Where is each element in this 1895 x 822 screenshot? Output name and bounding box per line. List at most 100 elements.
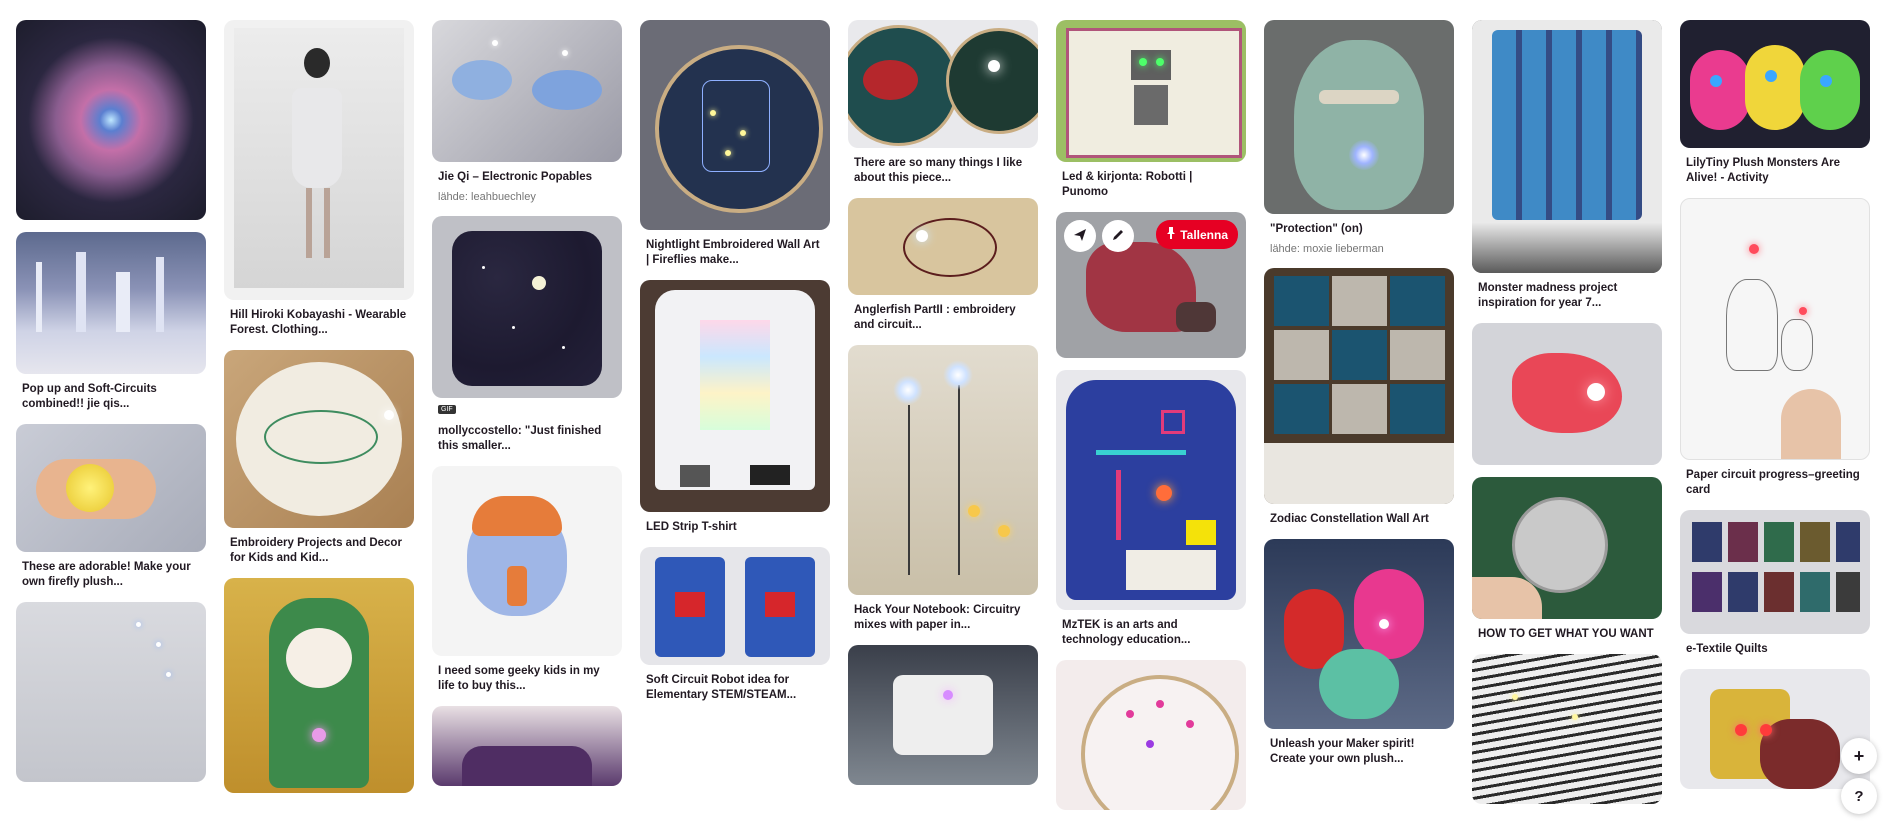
gif-badge: GIF — [438, 405, 456, 414]
pin-image[interactable] — [1680, 20, 1870, 148]
pin-card[interactable]: Paper circuit progress–greeting card — [1680, 198, 1870, 498]
pin-image[interactable] — [1680, 669, 1870, 789]
pin-card[interactable] — [1472, 323, 1662, 465]
pin-card[interactable]: "Protection" (on) lähde: moxie lieberman — [1264, 20, 1454, 256]
pin-caption[interactable]: Embroidery Projects and Decor for Kids a… — [230, 536, 408, 566]
pin-image[interactable] — [1472, 20, 1662, 273]
pin-card[interactable]: Anglerfish PartII : embroidery and circu… — [848, 198, 1038, 333]
save-button[interactable]: Tallenna — [1156, 220, 1238, 249]
pin-image[interactable] — [224, 578, 414, 793]
pin-card[interactable]: MzTEK is an arts and technology educatio… — [1056, 370, 1246, 648]
pin-image[interactable] — [640, 280, 830, 512]
help-button[interactable]: ? — [1841, 778, 1877, 814]
pin-caption[interactable]: I need some geeky kids in my life to buy… — [438, 664, 616, 694]
pin-source[interactable]: lähde: moxie lieberman — [1270, 242, 1448, 256]
pin-caption[interactable]: mollyccostello: "Just finished this smal… — [438, 424, 616, 454]
pin-icon — [1166, 227, 1176, 242]
pin-caption[interactable]: MzTEK is an arts and technology educatio… — [1062, 618, 1240, 648]
pin-image[interactable] — [640, 20, 830, 230]
pin-image[interactable] — [432, 216, 622, 398]
pin-card[interactable] — [16, 20, 206, 220]
pin-card[interactable]: Led & kirjonta: Robotti | Punomo — [1056, 20, 1246, 200]
pin-card[interactable]: Monster madness project inspiration for … — [1472, 20, 1662, 311]
pin-caption[interactable]: These are adorable! Make your own firefl… — [22, 560, 200, 590]
pin-image[interactable] — [1472, 654, 1662, 804]
pin-image[interactable] — [1056, 20, 1246, 162]
pin-caption[interactable]: Monster madness project inspiration for … — [1478, 281, 1656, 311]
pin-caption[interactable]: Anglerfish PartII : embroidery and circu… — [854, 303, 1032, 333]
pin-card[interactable] — [432, 706, 622, 786]
pin-image[interactable] — [16, 20, 206, 220]
pin-caption[interactable]: Paper circuit progress–greeting card — [1686, 468, 1864, 498]
pin-caption[interactable]: Nightlight Embroidered Wall Art | Firefl… — [646, 238, 824, 268]
pin-image[interactable] — [16, 424, 206, 552]
pin-image[interactable] — [1264, 539, 1454, 729]
pin-image[interactable] — [848, 645, 1038, 785]
pin-image[interactable] — [1472, 477, 1662, 619]
pin-card[interactable]: LilyTiny Plush Monsters Are Alive! - Act… — [1680, 20, 1870, 186]
pin-caption[interactable]: There are so many things I like about th… — [854, 156, 1032, 186]
pin-image[interactable]: Tallenna — [1056, 212, 1246, 358]
pin-card[interactable]: There are so many things I like about th… — [848, 20, 1038, 186]
pin-image[interactable] — [1264, 20, 1454, 214]
pin-image[interactable] — [1472, 323, 1662, 465]
pin-card[interactable]: Nightlight Embroidered Wall Art | Firefl… — [640, 20, 830, 268]
pin-card[interactable]: Pop up and Soft-Circuits combined!! jie … — [16, 232, 206, 412]
pin-image[interactable] — [1680, 510, 1870, 634]
pin-image[interactable] — [640, 547, 830, 665]
share-button[interactable] — [1064, 220, 1096, 252]
pin-image[interactable] — [848, 20, 1038, 148]
edit-button[interactable] — [1102, 220, 1134, 252]
pin-image[interactable] — [224, 20, 414, 300]
pin-card[interactable]: These are adorable! Make your own firefl… — [16, 424, 206, 590]
pin-image[interactable] — [432, 466, 622, 656]
pin-image[interactable] — [848, 198, 1038, 295]
pin-card[interactable]: Unleash your Maker spirit! Create your o… — [1264, 539, 1454, 767]
pin-caption[interactable]: Soft Circuit Robot idea for Elementary S… — [646, 673, 824, 703]
pin-image[interactable] — [432, 706, 622, 786]
pin-caption[interactable]: Jie Qi – Electronic Popables — [438, 170, 616, 185]
pin-card[interactable]: Jie Qi – Electronic Popables lähde: leah… — [432, 20, 622, 204]
pin-card[interactable] — [1056, 660, 1246, 810]
masonry-column-3: Jie Qi – Electronic Popables lähde: leah… — [432, 20, 622, 798]
pin-caption[interactable]: Zodiac Constellation Wall Art — [1270, 512, 1448, 527]
pin-caption[interactable]: LilyTiny Plush Monsters Are Alive! - Act… — [1686, 156, 1864, 186]
pin-card[interactable] — [224, 578, 414, 793]
pin-image[interactable] — [848, 345, 1038, 595]
pin-card[interactable]: Hack Your Notebook: Circuitry mixes with… — [848, 345, 1038, 633]
pin-caption[interactable]: "Protection" (on) — [1270, 222, 1448, 237]
pin-caption[interactable]: Unleash your Maker spirit! Create your o… — [1270, 737, 1448, 767]
pin-card[interactable]: Zodiac Constellation Wall Art — [1264, 268, 1454, 527]
masonry-column-6: Led & kirjonta: Robotti | Punomo Tallenn… — [1056, 20, 1246, 822]
pin-image[interactable] — [16, 602, 206, 782]
pin-image[interactable] — [1680, 198, 1870, 460]
pin-caption[interactable]: Pop up and Soft-Circuits combined!! jie … — [22, 382, 200, 412]
pin-image[interactable] — [1264, 268, 1454, 504]
pin-card[interactable]: LED Strip T-shirt — [640, 280, 830, 535]
pin-card[interactable] — [1472, 654, 1662, 804]
pin-image[interactable] — [16, 232, 206, 374]
pin-card[interactable] — [16, 602, 206, 782]
pin-caption[interactable]: LED Strip T-shirt — [646, 520, 824, 535]
pin-card[interactable]: HOW TO GET WHAT YOU WANT — [1472, 477, 1662, 642]
pin-card[interactable]: Tallenna — [1056, 212, 1246, 358]
add-pin-button[interactable]: + — [1841, 738, 1877, 774]
pin-caption[interactable]: Hill Hiroki Kobayashi - Wearable Forest.… — [230, 308, 408, 338]
pin-caption[interactable]: Hack Your Notebook: Circuitry mixes with… — [854, 603, 1032, 633]
pin-image[interactable] — [1056, 660, 1246, 810]
pin-card[interactable]: I need some geeky kids in my life to buy… — [432, 466, 622, 694]
pin-card[interactable]: e-Textile Quilts — [1680, 510, 1870, 657]
pin-image[interactable] — [432, 20, 622, 162]
pin-card[interactable]: GIF mollyccostello: "Just finished this … — [432, 216, 622, 454]
pin-card[interactable] — [1680, 669, 1870, 789]
pin-caption[interactable]: e-Textile Quilts — [1686, 642, 1864, 657]
pin-source[interactable]: lähde: leahbuechley — [438, 190, 616, 204]
pin-caption[interactable]: Led & kirjonta: Robotti | Punomo — [1062, 170, 1240, 200]
pin-card[interactable]: Soft Circuit Robot idea for Elementary S… — [640, 547, 830, 703]
pin-card[interactable] — [848, 645, 1038, 785]
pin-card[interactable]: Hill Hiroki Kobayashi - Wearable Forest.… — [224, 20, 414, 338]
pin-image[interactable] — [224, 350, 414, 528]
pin-caption[interactable]: HOW TO GET WHAT YOU WANT — [1478, 627, 1656, 642]
pin-image[interactable] — [1056, 370, 1246, 610]
pin-card[interactable]: Embroidery Projects and Decor for Kids a… — [224, 350, 414, 566]
